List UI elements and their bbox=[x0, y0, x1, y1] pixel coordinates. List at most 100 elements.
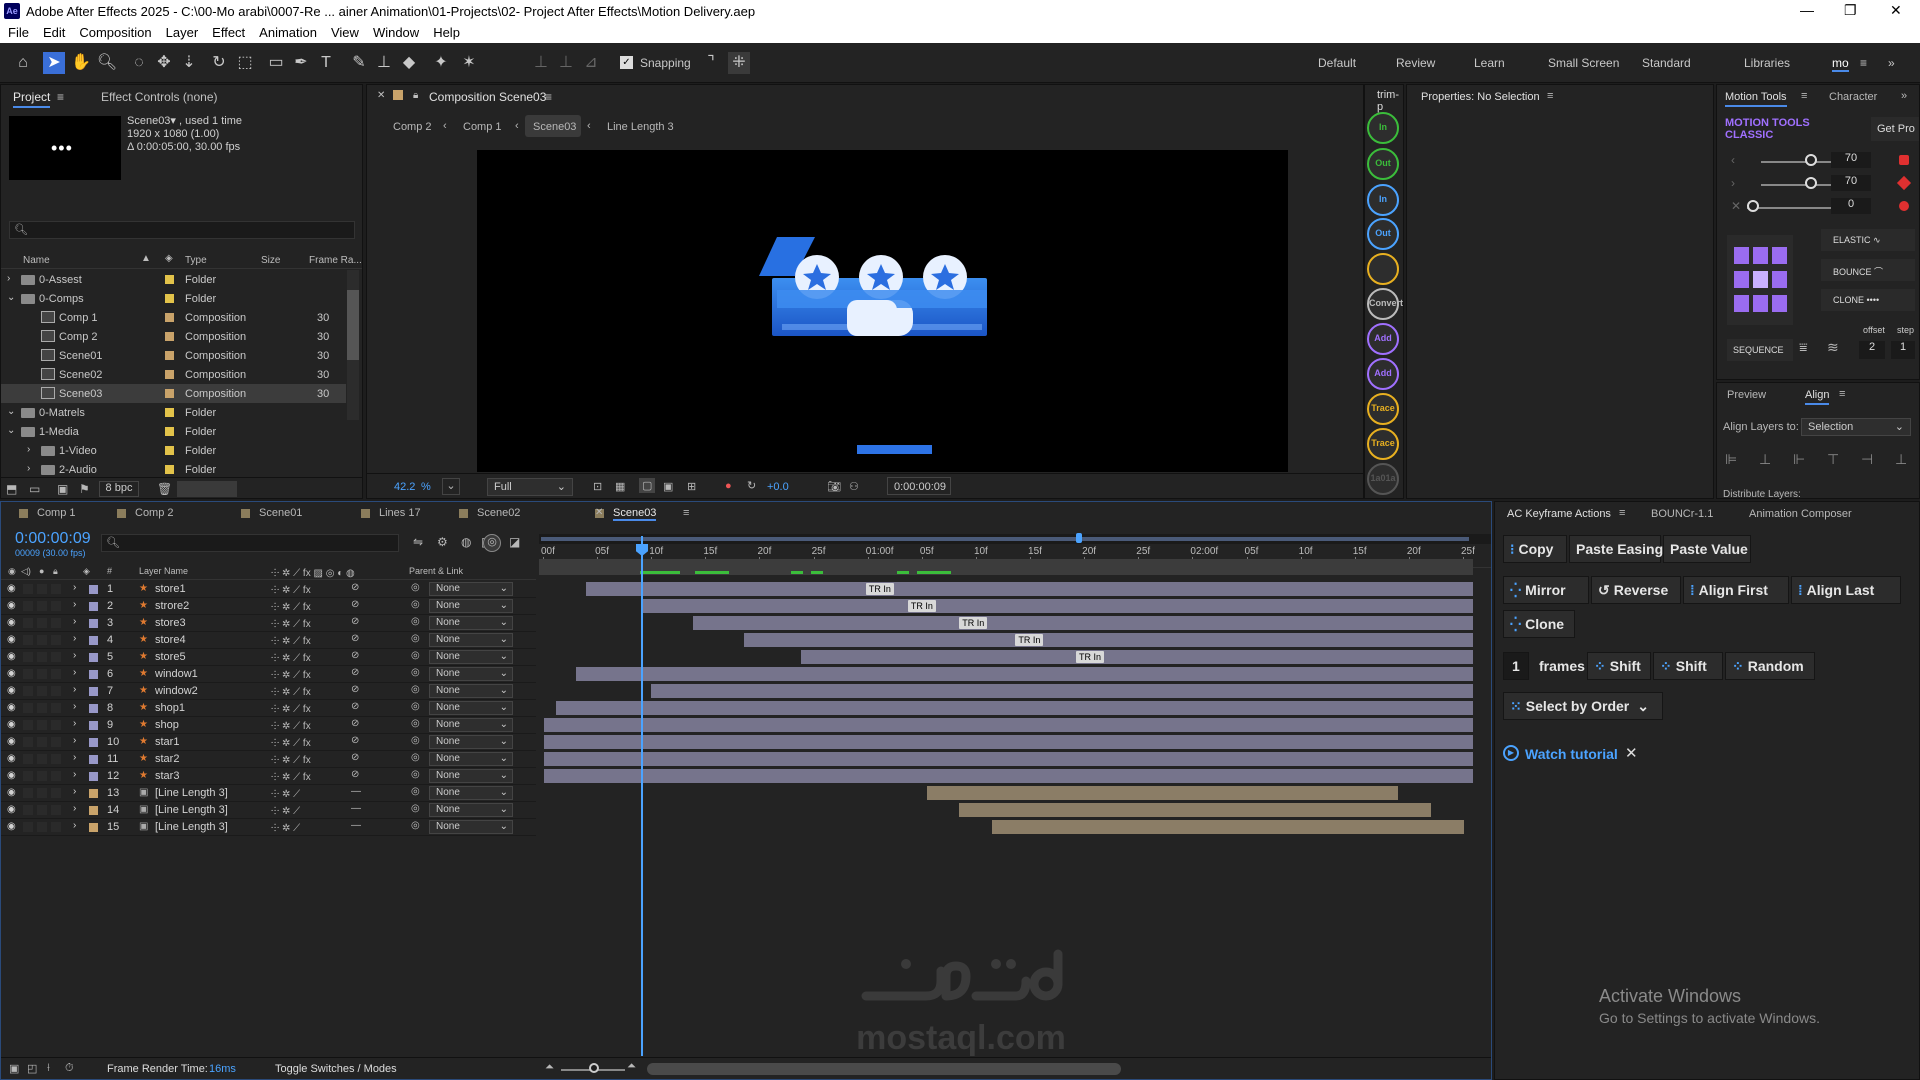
lock-toggle[interactable] bbox=[51, 822, 61, 832]
layer-switches[interactable]: ⸭ ✲ ⟋ fx bbox=[271, 735, 311, 749]
preview-tab[interactable]: Preview bbox=[1727, 389, 1766, 401]
elastic-button[interactable]: ELASTIC ∿ bbox=[1821, 229, 1915, 251]
pick-whip-icon[interactable]: ◎ bbox=[411, 633, 420, 644]
menu-item-view[interactable]: View bbox=[331, 22, 359, 43]
audio-toggle[interactable] bbox=[23, 618, 33, 628]
chevron-down-icon[interactable]: ⌄ bbox=[7, 425, 15, 436]
crumb-line-length[interactable]: Line Length 3 bbox=[607, 121, 674, 133]
eye-icon[interactable]: ◉ bbox=[7, 583, 16, 594]
layer-row[interactable]: ◉ › 8 ★ shop1 ⸭ ✲ ⟋ fx ⊘ ◎ None ⌄ bbox=[1, 700, 536, 717]
layer-row[interactable]: ◉ › 12 ★ star3 ⸭ ✲ ⟋ fx ⊘ ◎ None ⌄ bbox=[1, 768, 536, 785]
label-swatch[interactable] bbox=[165, 446, 174, 455]
pick-whip-icon[interactable]: ◎ bbox=[411, 667, 420, 678]
layer-label-swatch[interactable] bbox=[89, 585, 98, 594]
label-swatch[interactable] bbox=[165, 332, 174, 341]
col-type[interactable]: Type bbox=[185, 255, 207, 266]
layer-label-swatch[interactable] bbox=[89, 653, 98, 662]
bpc-button[interactable]: 8 bpc bbox=[99, 481, 139, 497]
layer-row[interactable]: ◉ › 13 ▣ [Line Length 3] ⸭ ✲ ⟋ — ◎ None ⌄ bbox=[1, 785, 536, 802]
menu-item-layer[interactable]: Layer bbox=[166, 22, 199, 43]
guides-icon[interactable]: ▣ bbox=[663, 480, 673, 493]
motion-blur-switch[interactable]: ⊘ bbox=[351, 735, 359, 746]
chevron-right-icon[interactable]: › bbox=[7, 273, 10, 284]
chevron-right-icon[interactable]: › bbox=[73, 718, 76, 729]
layer-row[interactable]: ◉ › 7 ★ window2 ⸭ ✲ ⟋ fx ⊘ ◎ None ⌄ bbox=[1, 683, 536, 700]
bounce-button[interactable]: BOUNCE ⌒ bbox=[1821, 259, 1915, 281]
motion-blur-switch[interactable]: ⊘ bbox=[351, 633, 359, 644]
motion-blur-switch[interactable]: ⊘ bbox=[351, 769, 359, 780]
solo-toggle[interactable] bbox=[37, 703, 47, 713]
region-of-interest-icon[interactable]: ⊡ bbox=[593, 480, 602, 493]
ease-in-value[interactable]: 70 bbox=[1831, 152, 1871, 168]
ease-out-slider[interactable] bbox=[1761, 184, 1831, 186]
project-folder-row[interactable]: › 1-Video Folder bbox=[1, 441, 346, 460]
parent-dropdown[interactable]: None ⌄ bbox=[429, 599, 513, 613]
eye-icon[interactable]: ◉ bbox=[7, 634, 16, 645]
lock-toggle[interactable] bbox=[51, 584, 61, 594]
project-comp-row[interactable]: Scene03 Composition 30 bbox=[1, 384, 346, 403]
pick-whip-icon[interactable]: ◎ bbox=[411, 769, 420, 780]
layer-duration-bar[interactable] bbox=[744, 633, 1473, 647]
audio-toggle[interactable] bbox=[23, 601, 33, 611]
parent-dropdown[interactable]: None ⌄ bbox=[429, 769, 513, 783]
mt-button-4[interactable] bbox=[1367, 253, 1399, 285]
workspace-learn[interactable]: Learn bbox=[1474, 56, 1505, 70]
lock-icon[interactable]: 🔒︎ bbox=[413, 90, 418, 101]
timeline-timecode[interactable]: 0:00:00:09 bbox=[15, 530, 91, 548]
trim-tab[interactable]: trim-p bbox=[1377, 89, 1403, 113]
anchor-grid[interactable] bbox=[1727, 235, 1793, 325]
close-tutorial-icon[interactable]: ✕ bbox=[1625, 744, 1638, 762]
timeline-menu-icon[interactable]: ≡ bbox=[683, 507, 689, 519]
eye-icon[interactable]: ◉ bbox=[7, 719, 16, 730]
mt-button-0[interactable]: In bbox=[1367, 112, 1399, 144]
eye-icon[interactable]: ◉ bbox=[7, 770, 16, 781]
eye-icon[interactable]: ◉ bbox=[7, 804, 16, 815]
mt-button-3[interactable]: Out bbox=[1367, 218, 1399, 250]
project-tab[interactable]: Project bbox=[13, 90, 51, 108]
project-folder-row[interactable]: ⌄ 0-Comps Folder bbox=[1, 289, 346, 308]
solo-toggle[interactable] bbox=[37, 822, 47, 832]
maximize-button[interactable]: ❐ bbox=[1844, 2, 1857, 19]
ac-tab[interactable]: AC Keyframe Actions bbox=[1507, 508, 1611, 520]
solo-toggle[interactable] bbox=[37, 618, 47, 628]
pick-whip-icon[interactable]: ◎ bbox=[411, 820, 420, 831]
layer-switches[interactable]: ⸭ ✲ ⟋ fx bbox=[271, 752, 311, 766]
ease-out-knob[interactable] bbox=[1805, 177, 1817, 189]
layer-label-swatch[interactable] bbox=[89, 823, 98, 832]
layer-name[interactable]: star3 bbox=[155, 770, 179, 782]
solo-toggle[interactable] bbox=[37, 635, 47, 645]
mt-menu-icon[interactable]: ≡ bbox=[1801, 90, 1807, 102]
audio-toggle[interactable] bbox=[23, 754, 33, 764]
layer-row[interactable]: ◉ › 10 ★ star1 ⸭ ✲ ⟋ fx ⊘ ◎ None ⌄ bbox=[1, 734, 536, 751]
solo-toggle[interactable] bbox=[37, 652, 47, 662]
chevron-right-icon[interactable]: › bbox=[73, 735, 76, 746]
menu-item-animation[interactable]: Animation bbox=[259, 22, 317, 43]
layer-name[interactable]: store3 bbox=[155, 617, 186, 629]
crumb-comp1[interactable]: Comp 1 bbox=[463, 121, 502, 133]
layer-name[interactable]: shop bbox=[155, 719, 179, 731]
shift-left-button[interactable]: ⁘ Shift bbox=[1587, 652, 1651, 680]
pick-whip-icon[interactable]: ◎ bbox=[411, 752, 420, 763]
rotate-tool-icon[interactable]: ↻ bbox=[208, 52, 230, 74]
eye-icon[interactable]: ◉ bbox=[7, 600, 16, 611]
puppet-tool-icon[interactable]: ✶ bbox=[458, 52, 480, 74]
col-size[interactable]: Size bbox=[261, 255, 280, 266]
current-time-indicator[interactable] bbox=[636, 536, 648, 1056]
layer-name[interactable]: [Line Length 3] bbox=[155, 821, 228, 833]
layer-label-swatch[interactable] bbox=[89, 721, 98, 730]
project-comp-row[interactable]: Scene01 Composition 30 bbox=[1, 346, 346, 365]
selection-tool-icon[interactable]: ➤ bbox=[43, 52, 65, 74]
mt-button-1[interactable]: Out bbox=[1367, 148, 1399, 180]
close-tab-icon[interactable]: ✕ bbox=[377, 90, 385, 101]
align-tab[interactable]: Align bbox=[1805, 389, 1830, 405]
clone-stamp-icon[interactable]: ⊥ bbox=[373, 52, 395, 74]
layer-switches[interactable]: ⸭ ✲ ⟋ fx bbox=[271, 701, 311, 715]
layer-switches[interactable]: ⸭ ✲ ⟋ fx bbox=[271, 718, 311, 732]
eraser-icon[interactable]: ◆ bbox=[398, 52, 420, 74]
chevron-right-icon[interactable]: › bbox=[73, 752, 76, 763]
shy-icon[interactable]: ◍ bbox=[461, 535, 471, 549]
parent-dropdown[interactable]: None ⌄ bbox=[429, 735, 513, 749]
ac-menu-icon[interactable]: ≡ bbox=[1619, 507, 1625, 519]
audio-toggle[interactable] bbox=[23, 703, 33, 713]
lock-toggle[interactable] bbox=[51, 635, 61, 645]
